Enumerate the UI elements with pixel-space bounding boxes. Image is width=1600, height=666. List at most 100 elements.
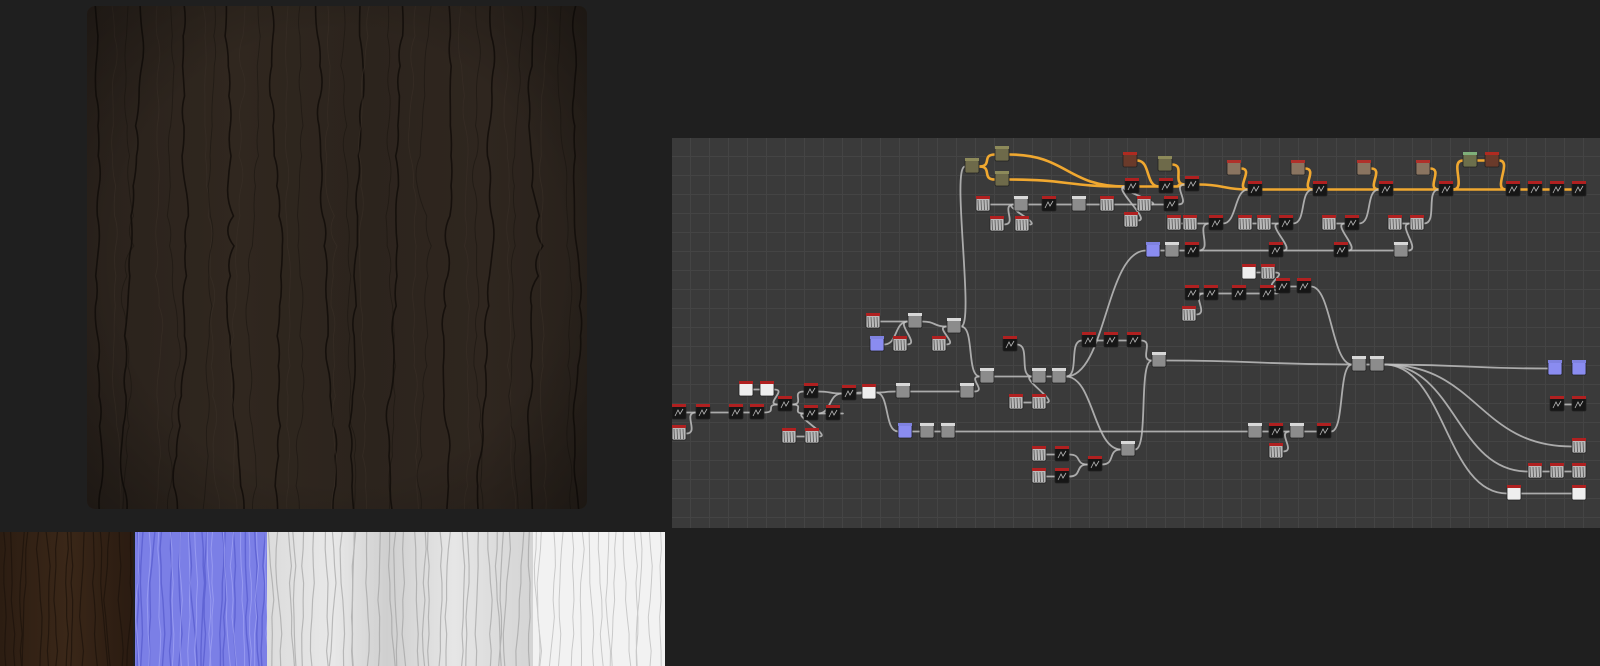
graph-node[interactable] <box>1484 152 1500 168</box>
graph-node[interactable] <box>1158 178 1174 194</box>
graph-node[interactable] <box>1071 196 1087 212</box>
graph-node[interactable] <box>1123 212 1139 228</box>
graph-node[interactable] <box>1289 423 1305 439</box>
graph-node[interactable] <box>1571 463 1587 479</box>
graph-node[interactable] <box>1549 463 1565 479</box>
graph-node[interactable] <box>1181 306 1197 322</box>
graph-node[interactable] <box>1163 196 1179 212</box>
graph-node[interactable] <box>1120 441 1136 457</box>
graph-node[interactable] <box>1164 242 1180 258</box>
graph-node[interactable] <box>1296 278 1312 294</box>
graph-node[interactable] <box>1103 332 1119 348</box>
graph-node[interactable] <box>1208 215 1224 231</box>
normal-map[interactable] <box>135 532 267 666</box>
graph-node[interactable] <box>1415 160 1431 176</box>
graph-node[interactable] <box>1571 181 1587 197</box>
graph-node[interactable] <box>1231 285 1247 301</box>
graph-node[interactable] <box>1527 463 1543 479</box>
graph-node[interactable] <box>1122 152 1138 168</box>
graph-node[interactable] <box>1247 181 1263 197</box>
graph-node[interactable] <box>1136 196 1152 212</box>
graph-node[interactable] <box>1438 181 1454 197</box>
graph-node[interactable] <box>892 336 908 352</box>
graph-node[interactable] <box>895 383 911 399</box>
height-map[interactable] <box>533 532 665 666</box>
graph-node[interactable] <box>1527 181 1543 197</box>
graph-node[interactable] <box>1462 152 1478 168</box>
graph-node[interactable] <box>1333 242 1349 258</box>
node-graph-panel[interactable] <box>672 138 1600 528</box>
graph-node[interactable] <box>1356 160 1372 176</box>
graph-node[interactable] <box>1241 264 1257 280</box>
graph-node[interactable] <box>1316 423 1332 439</box>
graph-node[interactable] <box>672 425 687 441</box>
graph-node[interactable] <box>946 318 962 334</box>
graph-node[interactable] <box>1393 242 1409 258</box>
material-preview[interactable] <box>87 6 587 509</box>
graph-node[interactable] <box>1226 160 1242 176</box>
graph-node[interactable] <box>1549 396 1565 412</box>
graph-node[interactable] <box>1351 356 1367 372</box>
graph-node[interactable] <box>1054 468 1070 484</box>
graph-node[interactable] <box>865 313 881 329</box>
graph-node[interactable] <box>1547 360 1563 376</box>
graph-node[interactable] <box>1260 264 1276 280</box>
graph-node[interactable] <box>672 404 687 420</box>
graph-node[interactable] <box>781 428 797 444</box>
graph-node[interactable] <box>940 423 956 439</box>
roughness-map[interactable] <box>267 532 533 666</box>
graph-node[interactable] <box>1571 485 1587 501</box>
graph-node[interactable] <box>841 385 857 401</box>
graph-node[interactable] <box>1259 285 1275 301</box>
graph-node[interactable] <box>1549 181 1565 197</box>
graph-node[interactable] <box>897 423 913 439</box>
graph-node[interactable] <box>1312 181 1328 197</box>
graph-node[interactable] <box>979 368 995 384</box>
graph-node[interactable] <box>1087 456 1103 472</box>
graph-node[interactable] <box>1506 485 1522 501</box>
graph-node[interactable] <box>803 405 819 421</box>
graph-node[interactable] <box>1124 178 1140 194</box>
graph-node[interactable] <box>1151 352 1167 368</box>
graph-node[interactable] <box>1203 285 1219 301</box>
graph-node[interactable] <box>1571 438 1587 454</box>
graph-node[interactable] <box>1268 423 1284 439</box>
graph-node[interactable] <box>994 171 1010 187</box>
graph-node[interactable] <box>825 405 841 421</box>
graph-node[interactable] <box>1184 242 1200 258</box>
graph-node[interactable] <box>759 381 775 397</box>
graph-node[interactable] <box>1031 394 1047 410</box>
graph-node[interactable] <box>1268 242 1284 258</box>
graph-node[interactable] <box>803 383 819 399</box>
graph-node[interactable] <box>1126 332 1142 348</box>
graph-node[interactable] <box>1157 156 1173 172</box>
graph-node[interactable] <box>1378 181 1394 197</box>
graph-node[interactable] <box>1013 196 1029 212</box>
graph-node[interactable] <box>738 381 754 397</box>
graph-node[interactable] <box>1166 215 1182 231</box>
graph-node[interactable] <box>804 428 820 444</box>
graph-node[interactable] <box>869 336 885 352</box>
graph-node[interactable] <box>919 423 935 439</box>
graph-node[interactable] <box>1321 215 1337 231</box>
graph-node[interactable] <box>1369 356 1385 372</box>
graph-node[interactable] <box>989 216 1005 232</box>
graph-node[interactable] <box>1344 215 1360 231</box>
graph-node[interactable] <box>931 336 947 352</box>
graph-node[interactable] <box>728 404 744 420</box>
graph-node[interactable] <box>1182 215 1198 231</box>
graph-node[interactable] <box>1237 215 1253 231</box>
graph-node[interactable] <box>1278 215 1294 231</box>
graph-node[interactable] <box>1041 196 1057 212</box>
graph-node[interactable] <box>964 158 980 174</box>
graph-node[interactable] <box>1387 215 1403 231</box>
graph-node[interactable] <box>1002 336 1018 352</box>
graph-node[interactable] <box>1268 443 1284 459</box>
graph-node[interactable] <box>1081 332 1097 348</box>
graph-node[interactable] <box>777 396 793 412</box>
graph-node[interactable] <box>1051 368 1067 384</box>
graph-node[interactable] <box>695 404 711 420</box>
graph-node[interactable] <box>1505 181 1521 197</box>
graph-node[interactable] <box>1031 446 1047 462</box>
graph-node[interactable] <box>1099 196 1115 212</box>
